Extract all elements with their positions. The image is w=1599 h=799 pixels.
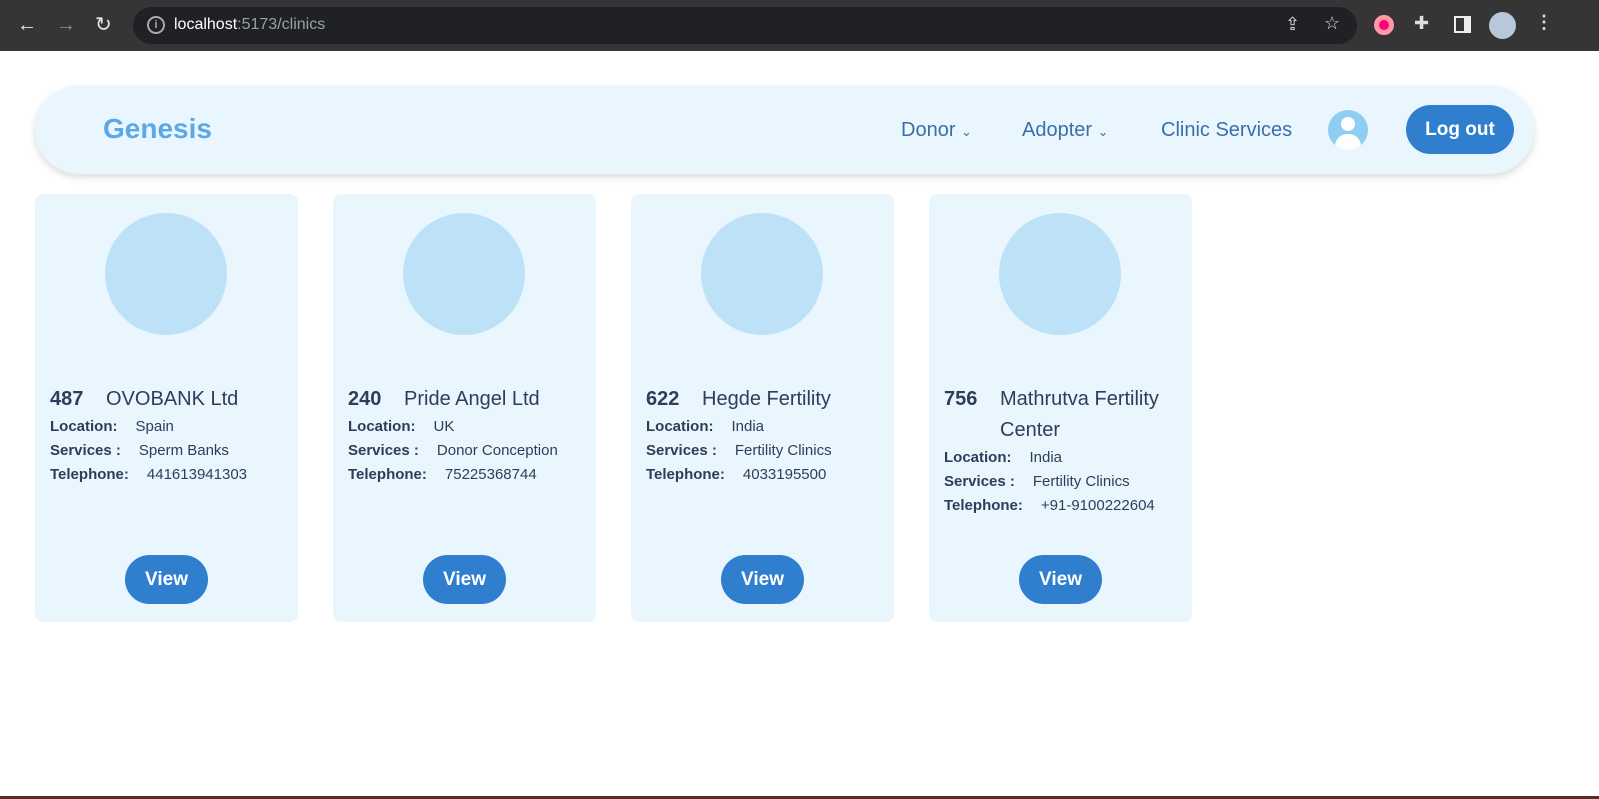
clinic-name: Hegde Fertility: [702, 388, 831, 410]
clinic-image: [403, 213, 525, 335]
back-icon[interactable]: ←: [17, 13, 37, 37]
clinic-id: 240: [348, 388, 382, 410]
user-avatar-icon[interactable]: [1328, 110, 1368, 150]
clinic-title: 487 OVOBANK Ltd: [50, 384, 290, 415]
clinic-card: 487 OVOBANK Ltd Location: Spain Services :…: [35, 194, 298, 622]
url-host: localhost: [174, 16, 238, 33]
services-label: Services :: [944, 473, 1015, 490]
logo[interactable]: Genesis: [103, 113, 212, 145]
forward-icon[interactable]: →: [56, 13, 76, 37]
telephone-label: Telephone:: [944, 497, 1023, 514]
view-button[interactable]: View: [721, 555, 804, 604]
clinic-id: 622: [646, 388, 680, 410]
telephone-label: Telephone:: [348, 466, 427, 483]
navbar: Genesis Donor ⌄ Adopter ⌄ Clinic Service…: [35, 86, 1534, 174]
url-text: localhost:5173/clinics: [174, 16, 325, 34]
url-path: :5173/clinics: [237, 16, 326, 33]
nav-adopter[interactable]: Adopter ⌄: [1022, 119, 1109, 142]
clinic-name: OVOBANK Ltd: [106, 388, 239, 410]
clinic-title: 240 Pride Angel Ltd: [348, 384, 588, 415]
chevron-down-icon: ⌄: [961, 124, 972, 139]
clinic-location: Spain: [135, 418, 174, 435]
clinic-image: [999, 213, 1121, 335]
address-bar[interactable]: i localhost:5173/clinics ⇪ ☆: [133, 7, 1357, 44]
nav-clinic-services[interactable]: Clinic Services: [1161, 119, 1292, 142]
star-icon[interactable]: ☆: [1324, 13, 1340, 34]
clinic-services: Fertility Clinics: [1032, 473, 1130, 490]
clinic-image: [105, 213, 227, 335]
clinic-info: Location: India Services : Fertility Clini…: [646, 415, 832, 487]
services-label: Services :: [348, 442, 419, 459]
share-icon[interactable]: ⇪: [1285, 14, 1300, 35]
clinic-card: 756 Mathrutva Fertility Center Location: I…: [929, 194, 1192, 622]
profile-avatar-icon[interactable]: [1489, 12, 1516, 39]
reload-icon[interactable]: ↻: [95, 13, 112, 37]
clinic-location: UK: [433, 418, 455, 435]
browser-toolbar: ← → ↻ i localhost:5173/clinics ⇪ ☆ ✚ ⋮: [0, 0, 1599, 51]
logout-button[interactable]: Log out: [1406, 105, 1514, 154]
info-icon[interactable]: i: [147, 16, 165, 34]
view-button[interactable]: View: [1019, 555, 1102, 604]
clinic-services: Sperm Banks: [138, 442, 229, 459]
clinic-id: 756: [944, 388, 978, 410]
clinic-card: 240 Pride Angel Ltd Location: UK Services …: [333, 194, 596, 622]
location-label: Location:: [348, 418, 416, 435]
clinic-info: Location: UK Services : Donor Conception T…: [348, 415, 558, 487]
clinic-card: 622 Hegde Fertility Location: India Servic…: [631, 194, 894, 622]
clinic-services: Donor Conception: [436, 442, 558, 459]
sidepanel-icon[interactable]: [1454, 16, 1471, 33]
clinic-info: Location: Spain Services : Sperm Banks Tel…: [50, 415, 247, 487]
view-button[interactable]: View: [423, 555, 506, 604]
location-label: Location:: [50, 418, 118, 435]
nav-donor-label: Donor: [901, 119, 956, 141]
puzzle-icon[interactable]: ✚: [1414, 13, 1429, 34]
services-label: Services :: [50, 442, 121, 459]
clinic-name: Mathrutva Fertility Center: [1000, 388, 1159, 441]
clinic-telephone: 75225368744: [444, 466, 537, 483]
clinic-telephone: 4033195500: [742, 466, 827, 483]
telephone-label: Telephone:: [50, 466, 129, 483]
clinic-image: [701, 213, 823, 335]
chevron-down-icon: ⌄: [1097, 124, 1109, 139]
clinic-info: Location: India Services : Fertility Clini…: [944, 446, 1155, 518]
extension-icon[interactable]: [1374, 15, 1394, 35]
clinic-telephone: 441613941303: [146, 466, 247, 483]
telephone-label: Telephone:: [646, 466, 725, 483]
page: Genesis Donor ⌄ Adopter ⌄ Clinic Service…: [0, 51, 1599, 796]
clinic-id: 487: [50, 388, 84, 410]
clinic-location: India: [1029, 449, 1063, 466]
services-label: Services :: [646, 442, 717, 459]
view-button[interactable]: View: [125, 555, 208, 604]
clinic-title: 622 Hegde Fertility: [646, 384, 886, 415]
clinic-name: Pride Angel Ltd: [404, 388, 540, 410]
location-label: Location:: [944, 449, 1012, 466]
clinic-services: Fertility Clinics: [734, 442, 832, 459]
clinic-telephone: +91-9100222604: [1040, 497, 1155, 514]
clinic-title: 756 Mathrutva Fertility Center: [944, 384, 1184, 446]
location-label: Location:: [646, 418, 714, 435]
nav-adopter-label: Adopter: [1022, 119, 1093, 141]
nav-donor[interactable]: Donor ⌄: [901, 119, 972, 142]
menu-icon[interactable]: ⋮: [1535, 12, 1553, 33]
clinic-location: India: [731, 418, 765, 435]
